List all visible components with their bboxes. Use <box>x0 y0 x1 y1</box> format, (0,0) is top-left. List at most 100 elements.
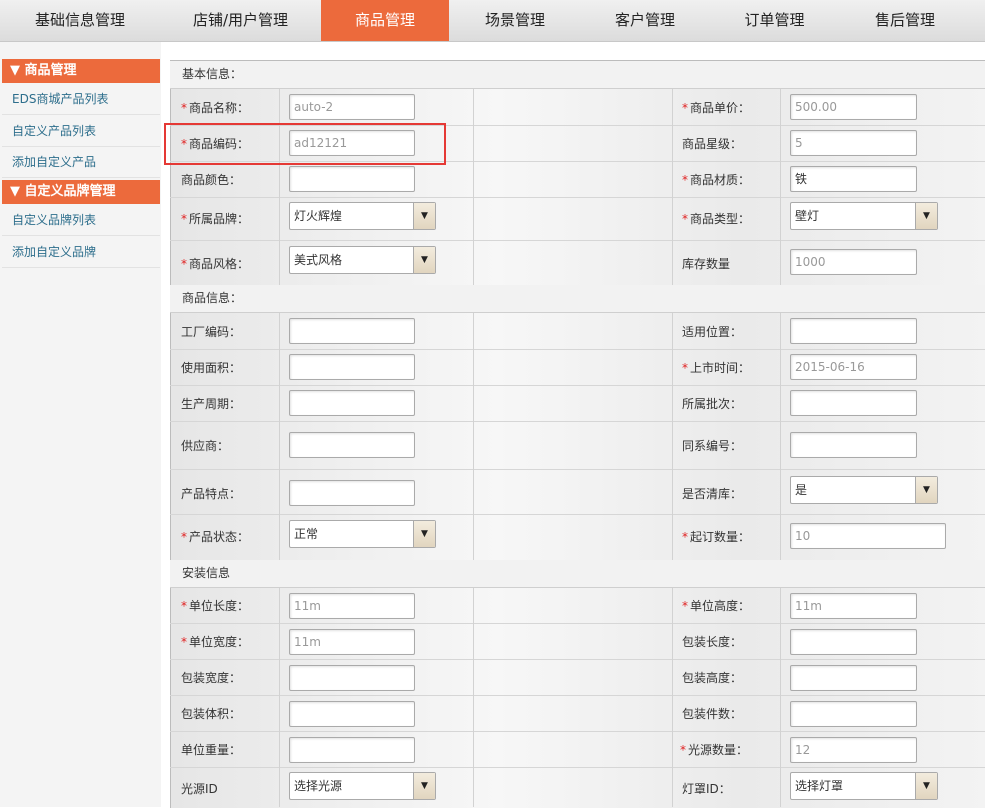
clearance-select-value: 是 <box>795 483 808 497</box>
batch-input[interactable] <box>790 390 917 416</box>
column-divider <box>780 588 781 807</box>
label-unit-length: * 单位长度： <box>181 599 250 613</box>
label-light-count: * 光源数量： <box>680 743 749 757</box>
column-divider <box>672 89 673 285</box>
tab-customer[interactable]: 客户管理 <box>581 0 709 41</box>
label-light-source-id: 光源ID <box>181 782 218 796</box>
min-order-input[interactable]: 10 <box>790 523 946 549</box>
label-star-rating: 商品星级： <box>682 137 743 151</box>
sidebar-item-add-custom-product[interactable]: 添加自定义产品 <box>2 147 160 178</box>
row-divider <box>170 767 985 768</box>
unit-price-input[interactable]: 500.00 <box>790 94 917 120</box>
label-status: * 产品状态： <box>181 530 250 544</box>
chevron-down-icon: ▼ <box>413 773 435 799</box>
product-type-select-value: 壁灯 <box>795 209 820 223</box>
series-number-input[interactable] <box>790 432 917 458</box>
label-product-color: 商品颜色： <box>181 173 242 187</box>
package-width-input[interactable] <box>289 665 415 691</box>
tab-product-management[interactable]: 商品管理 <box>321 0 449 41</box>
tab-scene[interactable]: 场景管理 <box>449 0 581 41</box>
sidebar-section-products[interactable]: ▼ 商品管理 <box>2 59 160 83</box>
light-source-select[interactable]: 选择光源 ▼ <box>289 772 436 800</box>
tab-basic-info[interactable]: 基础信息管理 <box>0 0 160 41</box>
unit-length-input[interactable]: 11m <box>289 593 415 619</box>
label-unit-width: * 单位宽度： <box>181 635 250 649</box>
package-volume-input[interactable] <box>289 701 415 727</box>
production-period-input[interactable] <box>289 390 415 416</box>
unit-height-input[interactable]: 11m <box>790 593 917 619</box>
area-input[interactable] <box>289 354 415 380</box>
package-length-input[interactable] <box>790 629 917 655</box>
unit-weight-input[interactable] <box>289 737 415 763</box>
row-divider <box>170 695 985 696</box>
label-package-count: 包装件数： <box>682 707 743 721</box>
stock-input[interactable]: 1000 <box>790 249 917 275</box>
sidebar-item-custom-brands[interactable]: 自定义品牌列表 <box>2 205 160 236</box>
style-select-value: 美式风格 <box>294 253 343 267</box>
label-batch: 所属批次： <box>682 397 743 411</box>
label-supplier: 供应商： <box>181 439 230 453</box>
row-divider <box>170 240 985 241</box>
style-select[interactable]: 美式风格 ▼ <box>289 246 436 274</box>
features-input[interactable] <box>289 480 415 506</box>
sidebar-item-eds-products[interactable]: EDS商城产品列表 <box>2 84 160 115</box>
top-navigation: 基础信息管理 店铺/用户管理 商品管理 场景管理 客户管理 订单管理 售后管理 <box>0 0 985 42</box>
chevron-down-icon: ▼ <box>915 477 937 503</box>
row-divider <box>170 731 985 732</box>
row-divider <box>170 197 985 198</box>
section-install-info: 安装信息 <box>170 560 985 588</box>
column-divider <box>279 588 280 807</box>
tab-order[interactable]: 订单管理 <box>709 0 840 41</box>
product-name-input[interactable]: auto-2 <box>289 94 415 120</box>
tab-after-sales[interactable]: 售后管理 <box>840 0 970 41</box>
row-divider <box>170 469 985 470</box>
column-divider <box>780 89 781 285</box>
package-count-input[interactable] <box>790 701 917 727</box>
unit-width-input[interactable]: 11m <box>289 629 415 655</box>
factory-code-input[interactable] <box>289 318 415 344</box>
sidebar-section-brands[interactable]: ▼ 自定义品牌管理 <box>2 180 160 204</box>
label-position: 适用位置： <box>682 325 743 339</box>
label-material: * 商品材质： <box>682 173 751 187</box>
label-area: 使用面积： <box>181 361 242 375</box>
product-type-select[interactable]: 壁灯 ▼ <box>790 202 938 230</box>
column-divider <box>473 89 474 285</box>
shade-select[interactable]: 选择灯罩 ▼ <box>790 772 938 800</box>
sidebar-item-custom-products[interactable]: 自定义产品列表 <box>2 116 160 147</box>
column-divider <box>473 588 474 807</box>
label-stock: 库存数量 <box>682 257 731 271</box>
label-style: * 商品风格： <box>181 257 250 271</box>
shade-select-value: 选择灯罩 <box>795 779 844 793</box>
sidebar-item-add-custom-brand[interactable]: 添加自定义品牌 <box>2 237 160 268</box>
label-features: 产品特点： <box>181 487 242 501</box>
light-count-input[interactable]: 12 <box>790 737 917 763</box>
brand-select-value: 灯火辉煌 <box>294 209 343 223</box>
row-divider <box>170 659 985 660</box>
clearance-select[interactable]: 是 ▼ <box>790 476 938 504</box>
label-clearance: 是否清库： <box>682 487 743 501</box>
product-color-input[interactable] <box>289 166 415 192</box>
material-input[interactable]: 铁 <box>790 166 917 192</box>
brand-select[interactable]: 灯火辉煌 ▼ <box>289 202 436 230</box>
chevron-down-icon: ▼ <box>413 521 435 547</box>
chevron-down-icon: ▼ <box>413 247 435 273</box>
column-divider <box>279 313 280 560</box>
package-height-input[interactable] <box>790 665 917 691</box>
row-divider <box>170 385 985 386</box>
column-divider <box>672 313 673 560</box>
column-divider <box>473 313 474 560</box>
launch-date-input[interactable]: 2015-06-16 <box>790 354 917 380</box>
status-select[interactable]: 正常 ▼ <box>289 520 436 548</box>
label-package-width: 包装宽度： <box>181 671 242 685</box>
row-divider <box>170 623 985 624</box>
star-rating-input[interactable]: 5 <box>790 130 917 156</box>
supplier-input[interactable] <box>289 432 415 458</box>
label-unit-weight: 单位重量： <box>181 743 242 757</box>
tab-store-user[interactable]: 店铺/用户管理 <box>160 0 321 41</box>
label-production-period: 生产周期： <box>181 397 242 411</box>
label-package-length: 包装长度： <box>682 635 743 649</box>
position-input[interactable] <box>790 318 917 344</box>
label-launch-date: * 上市时间： <box>682 361 751 375</box>
row-divider <box>170 349 985 350</box>
label-brand: * 所属品牌： <box>181 212 250 226</box>
